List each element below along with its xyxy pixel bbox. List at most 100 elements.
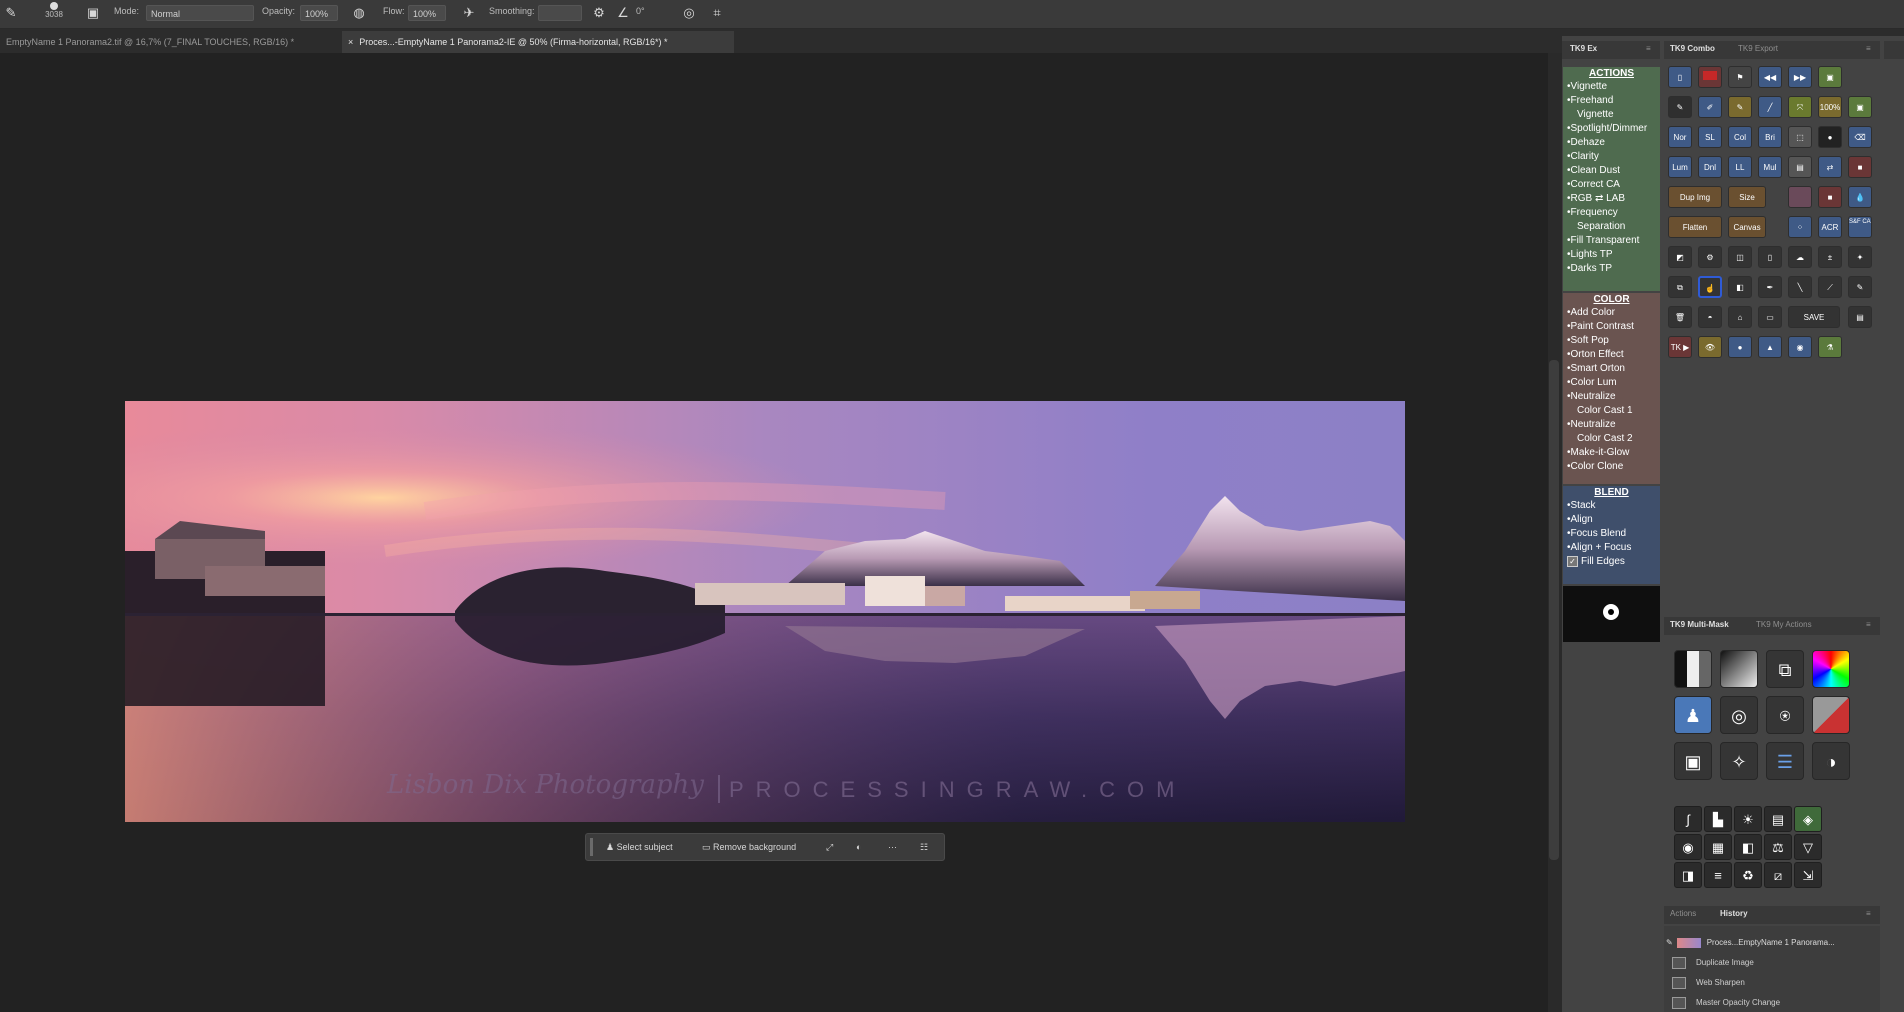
tab-tk9-combo[interactable]: TK9 Combo: [1670, 44, 1715, 53]
dashboard-icon[interactable]: ▤: [1764, 806, 1792, 832]
image-mask-icon[interactable]: ▦: [1704, 834, 1732, 860]
tab-tk9-multimask[interactable]: TK9 Multi-Mask: [1670, 620, 1729, 629]
circle-icon[interactable]: ◉: [1788, 336, 1812, 358]
blend-lighten-button[interactable]: LL: [1728, 156, 1752, 178]
history-item[interactable]: Web Sharpen: [1672, 974, 1745, 992]
blend-color-button[interactable]: Col: [1728, 126, 1752, 148]
transform-icon[interactable]: ⤢: [826, 839, 833, 856]
opacity-input[interactable]: 100%: [300, 5, 338, 21]
fit-frame-icon[interactable]: ▣: [1848, 96, 1872, 118]
sun-icon[interactable]: ☀: [1734, 806, 1762, 832]
stop-icon[interactable]: ■: [1818, 186, 1842, 208]
action-item[interactable]: •Lights TP: [1563, 248, 1660, 262]
pink-swatch-button[interactable]: [1788, 186, 1812, 208]
fill-edges-option[interactable]: ✓ Fill Edges: [1563, 555, 1660, 569]
gradient-mask-icon[interactable]: [1720, 650, 1758, 688]
document-icon[interactable]: ▤: [1788, 156, 1812, 178]
blend-darken-button[interactable]: Dnl: [1698, 156, 1722, 178]
fit-screen-icon[interactable]: ⤧: [1788, 96, 1812, 118]
panel-menu-icon[interactable]: ≡: [1866, 44, 1871, 53]
flatten-button[interactable]: Flatten: [1668, 216, 1722, 238]
action-item[interactable]: •Clarity: [1563, 150, 1660, 164]
canvas-button[interactable]: Canvas: [1728, 216, 1766, 238]
color-action-item[interactable]: •Color Clone: [1563, 460, 1660, 474]
hand-select-icon[interactable]: ☝: [1698, 276, 1722, 298]
color-action-item[interactable]: •Neutralize: [1563, 418, 1660, 432]
flask-icon[interactable]: ⚗: [1818, 336, 1842, 358]
blend-action-item[interactable]: •Focus Blend: [1563, 527, 1660, 541]
crop-dots-icon[interactable]: ⁘: [1788, 216, 1812, 238]
triangle-down-icon[interactable]: ▽: [1794, 834, 1822, 860]
overlay-icon[interactable]: ◈: [1794, 806, 1822, 832]
cloud-fill-icon[interactable]: ◓: [1698, 306, 1722, 328]
sparkle-icon[interactable]: ✦: [1848, 246, 1872, 268]
new-document-icon[interactable]: ▯: [1668, 66, 1692, 88]
fade-icon[interactable]: ◨: [1674, 862, 1702, 888]
tab-history[interactable]: History: [1720, 909, 1748, 918]
red-mask-icon[interactable]: ■: [1848, 156, 1872, 178]
copy-layer-icon[interactable]: ⧉: [1668, 276, 1692, 298]
trash-icon[interactable]: 🗑: [1668, 306, 1692, 328]
taskbar-settings-icon[interactable]: ☷: [920, 839, 928, 856]
color-action-item[interactable]: •Paint Contrast: [1563, 320, 1660, 334]
luminosity-mask-icon[interactable]: [1674, 650, 1712, 688]
close-icon[interactable]: ×: [348, 37, 353, 47]
transform-warp-icon[interactable]: ◫: [1728, 246, 1752, 268]
sphere-icon[interactable]: ●: [1728, 336, 1752, 358]
panel-menu-icon[interactable]: ≡: [1866, 620, 1871, 629]
smoothing-input[interactable]: [538, 5, 582, 21]
export-icon[interactable]: ⇲: [1794, 862, 1822, 888]
action-item[interactable]: •Vignette: [1563, 80, 1660, 94]
subject-mask-icon[interactable]: ♟: [1674, 696, 1712, 734]
camera-icon[interactable]: ▭: [1758, 306, 1782, 328]
angle-icon[interactable]: ∠: [614, 4, 632, 22]
eye-icon[interactable]: 👁: [1698, 336, 1722, 358]
curve-icon[interactable]: ∫: [1674, 806, 1702, 832]
tab-tk9-export[interactable]: TK9 Export: [1738, 44, 1778, 53]
brush-size[interactable]: 3038: [44, 2, 64, 19]
action-item[interactable]: •Freehand: [1563, 94, 1660, 108]
mode-select[interactable]: Normal: [146, 5, 254, 21]
plus-minus-icon[interactable]: ±: [1818, 246, 1842, 268]
gradient-brush-icon[interactable]: ╱: [1758, 96, 1782, 118]
histogram-icon[interactable]: ▙: [1704, 806, 1732, 832]
blend-brightness-button[interactable]: Bri: [1758, 126, 1782, 148]
action-item[interactable]: •RGB ⇄ LAB: [1563, 192, 1660, 206]
color-action-item[interactable]: •Color Lum: [1563, 376, 1660, 390]
flag-icon[interactable]: ⚑: [1728, 66, 1752, 88]
action-item[interactable]: •Spotlight/Dimmer: [1563, 122, 1660, 136]
canvas-scrollbar[interactable]: [1549, 360, 1559, 860]
rewind-icon[interactable]: ◀◀: [1758, 66, 1782, 88]
mask-icon[interactable]: ●: [1818, 126, 1842, 148]
history-item[interactable]: Duplicate Image: [1672, 954, 1754, 972]
color-action-item[interactable]: •Soft Pop: [1563, 334, 1660, 348]
gear-icon[interactable]: ⚙: [590, 4, 608, 22]
swap-icon[interactable]: ⇄: [1818, 156, 1842, 178]
brush-tool-icon[interactable]: ✎: [2, 4, 20, 22]
layer-select-icon[interactable]: ◩: [1668, 246, 1692, 268]
action-item[interactable]: •Clean Dust: [1563, 164, 1660, 178]
recycle-icon[interactable]: ♻: [1734, 862, 1762, 888]
tab-actions[interactable]: Actions: [1670, 909, 1696, 918]
action-item[interactable]: •Darks TP: [1563, 262, 1660, 276]
color-action-item[interactable]: •Neutralize: [1563, 390, 1660, 404]
flow-input[interactable]: 100%: [408, 5, 446, 21]
more-options-icon[interactable]: ···: [888, 839, 897, 856]
pressure-opacity-icon[interactable]: ◍: [350, 4, 368, 22]
frame-icon[interactable]: ▣: [1818, 66, 1842, 88]
stamp-mask-icon[interactable]: ⍟: [1766, 696, 1804, 734]
color-action-item[interactable]: •Orton Effect: [1563, 348, 1660, 362]
puppet-icon[interactable]: ⚙: [1698, 246, 1722, 268]
action-item[interactable]: •Correct CA: [1563, 178, 1660, 192]
color-action-item[interactable]: •Add Color: [1563, 306, 1660, 320]
blend-multiply-button[interactable]: Mul: [1758, 156, 1782, 178]
blend-luminosity-button[interactable]: Lum: [1668, 156, 1692, 178]
angle-value[interactable]: 0°: [636, 6, 645, 16]
slash-icon[interactable]: ⧄: [1764, 862, 1792, 888]
half-square-icon[interactable]: ◧: [1728, 276, 1752, 298]
dotted-frame-icon[interactable]: ⬚: [1788, 126, 1812, 148]
checkbox-icon[interactable]: ✓: [1567, 556, 1578, 567]
scale-icon[interactable]: ⚖: [1764, 834, 1792, 860]
list-mask-icon[interactable]: ☰: [1766, 742, 1804, 780]
action-item[interactable]: •Fill Transparent: [1563, 234, 1660, 248]
